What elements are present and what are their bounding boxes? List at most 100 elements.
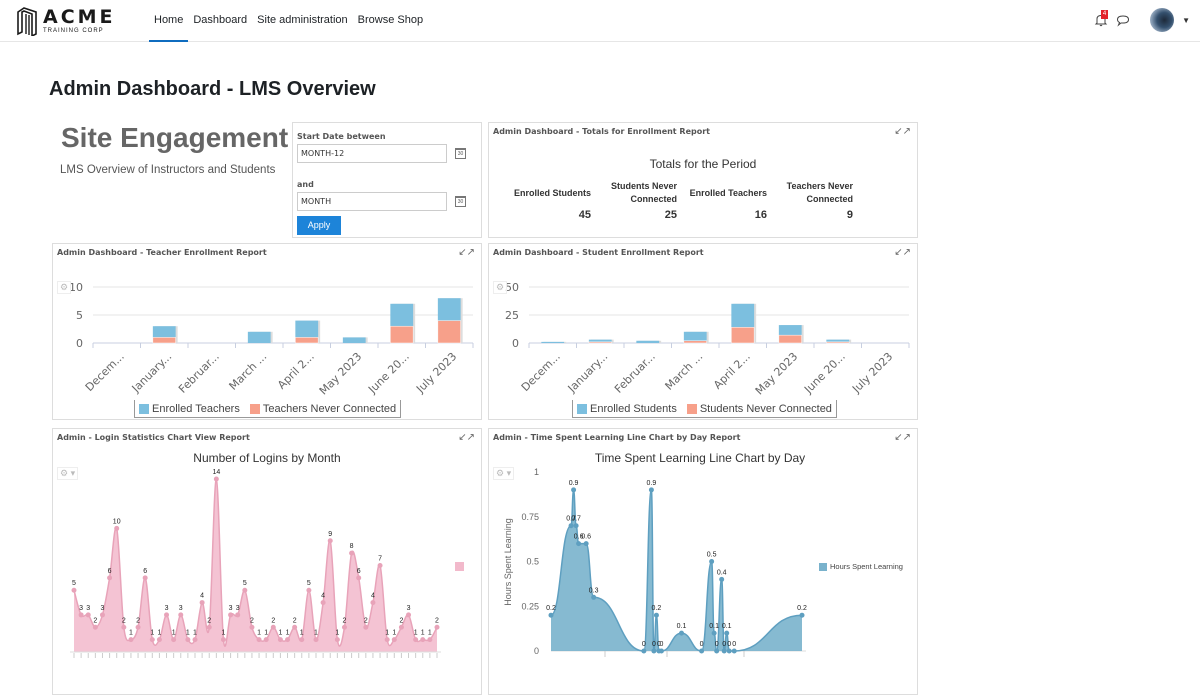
data-label: 2 bbox=[136, 617, 140, 624]
data-label: 0 bbox=[700, 641, 704, 648]
legend-item[interactable]: Enrolled Students bbox=[577, 403, 677, 415]
data-point bbox=[420, 637, 426, 643]
bar-students-never-connected bbox=[778, 334, 802, 344]
data-point bbox=[99, 612, 105, 618]
nav-browse-shop[interactable]: Browse Shop bbox=[353, 0, 428, 42]
site-logo[interactable]: ACME TRAINING CORP bbox=[16, 6, 116, 36]
expand-icon[interactable]: ↙↗ bbox=[894, 432, 911, 443]
legend-swatch[interactable] bbox=[455, 562, 464, 571]
data-point bbox=[114, 525, 120, 531]
data-label: 0.1 bbox=[722, 623, 732, 630]
data-label: 8 bbox=[350, 543, 354, 550]
nav-dashboard[interactable]: Dashboard bbox=[188, 0, 252, 42]
end-date-input[interactable]: MONTH bbox=[297, 192, 447, 211]
data-label: 2 bbox=[435, 617, 439, 624]
data-point bbox=[568, 523, 574, 529]
expand-icon[interactable]: ↙↗ bbox=[458, 432, 475, 443]
apply-button[interactable]: Apply bbox=[297, 216, 341, 235]
bar-teachers-never-connected bbox=[437, 320, 461, 344]
data-point bbox=[121, 624, 127, 630]
data-point bbox=[699, 648, 705, 654]
nav-site-administration[interactable]: Site administration bbox=[252, 0, 353, 42]
x-tick-label: January... bbox=[129, 350, 175, 396]
x-tick-label: Februar... bbox=[176, 350, 222, 396]
gear-icon[interactable]: ⚙ bbox=[57, 281, 72, 294]
nav-home[interactable]: Home bbox=[149, 0, 189, 42]
data-point bbox=[327, 538, 333, 544]
x-tick-label: Februar... bbox=[612, 350, 658, 396]
data-point bbox=[583, 541, 589, 547]
gear-icon[interactable]: ⚙ ▾ bbox=[57, 467, 79, 480]
data-label: 3 bbox=[165, 605, 169, 612]
data-point bbox=[263, 637, 269, 643]
data-label: 0.1 bbox=[709, 623, 719, 630]
start-date-input[interactable]: MONTH-12 bbox=[297, 144, 447, 163]
panel-title: Admin - Login Statistics Chart View Repo… bbox=[57, 433, 250, 442]
y-tick-label: 0.75 bbox=[521, 512, 539, 522]
expand-icon[interactable]: ↙↗ bbox=[894, 126, 911, 137]
notifications-button[interactable]: 4 bbox=[1094, 10, 1109, 27]
data-point bbox=[220, 637, 226, 643]
expand-icon[interactable]: ↙↗ bbox=[458, 247, 475, 258]
data-label: 1 bbox=[335, 630, 339, 637]
data-point bbox=[334, 637, 340, 643]
data-label: 0.3 bbox=[589, 587, 599, 594]
notification-badge: 4 bbox=[1101, 10, 1109, 19]
chat-icon[interactable] bbox=[1116, 13, 1130, 27]
x-tick-label: May 2023 bbox=[317, 350, 365, 398]
data-label: 0 bbox=[715, 641, 719, 648]
y-tick-label: 0.25 bbox=[521, 601, 539, 611]
data-label: 1 bbox=[278, 630, 282, 637]
data-point bbox=[149, 637, 155, 643]
site-engagement-title: Site Engagement bbox=[61, 122, 289, 153]
legend-item[interactable]: Students Never Connected bbox=[686, 403, 832, 415]
data-point bbox=[377, 563, 383, 568]
end-date-label: and bbox=[297, 180, 314, 189]
data-label: 1 bbox=[385, 630, 389, 637]
bar-enrolled-students bbox=[541, 341, 565, 343]
chevron-down-icon[interactable]: ▼ bbox=[1182, 16, 1190, 25]
data-label: 6 bbox=[108, 568, 112, 575]
enrolled-students-value: 45 bbox=[578, 209, 591, 221]
y-tick-label: 25 bbox=[505, 309, 519, 322]
data-label: 1 bbox=[193, 630, 197, 637]
legend-item[interactable]: Enrolled Teachers bbox=[139, 403, 240, 415]
gear-icon[interactable]: ⚙ bbox=[493, 281, 508, 294]
data-point bbox=[320, 600, 326, 606]
calendar-icon[interactable]: 30 bbox=[455, 196, 466, 207]
page-title: Admin Dashboard - LMS Overview bbox=[49, 78, 376, 100]
totals-column-label: Enrolled Students bbox=[513, 188, 591, 198]
data-label: 2 bbox=[293, 617, 297, 624]
data-point bbox=[292, 624, 298, 630]
data-point bbox=[107, 575, 113, 581]
data-label: 1 bbox=[421, 630, 425, 637]
data-point bbox=[653, 612, 659, 618]
calendar-icon[interactable]: 30 bbox=[455, 148, 466, 159]
data-point bbox=[679, 630, 685, 636]
x-tick-label: April 2... bbox=[275, 350, 317, 392]
chart-legend: Enrolled Students Students Never Connect… bbox=[572, 400, 837, 418]
logins-chart: 53 32361021261 13131 1421413 3521 121 12151491… bbox=[70, 469, 441, 658]
data-point bbox=[434, 624, 440, 630]
legend-item[interactable]: Hours Spent Learning bbox=[819, 562, 903, 571]
gear-icon[interactable]: ⚙ ▾ bbox=[493, 467, 515, 480]
data-label: 2 bbox=[364, 617, 368, 624]
x-tick-label: April 2... bbox=[711, 350, 753, 392]
chart-title: Number of Logins by Month bbox=[193, 451, 341, 465]
data-point bbox=[206, 624, 212, 630]
totals-enrollment-panel: Admin Dashboard - Totals for Enrollment … bbox=[488, 122, 918, 238]
time-spent-panel: 0 0.25 0.5 0.75 1 Hours Spent Learning 0.2 0.7 0… bbox=[488, 428, 918, 695]
avatar[interactable] bbox=[1150, 8, 1175, 32]
data-point bbox=[658, 648, 664, 654]
legend-item[interactable]: Teachers Never Connected bbox=[249, 403, 396, 415]
data-point bbox=[92, 624, 98, 630]
data-label: 0.9 bbox=[647, 480, 657, 487]
x-tick-label: June 20... bbox=[801, 350, 848, 397]
expand-icon[interactable]: ↙↗ bbox=[894, 247, 911, 258]
data-point bbox=[249, 624, 255, 630]
data-label: 1 bbox=[392, 630, 396, 637]
totals-column-label: Students Never Connected bbox=[610, 181, 677, 204]
data-point bbox=[213, 476, 219, 482]
data-label: 1 bbox=[157, 630, 161, 637]
data-label: 1 bbox=[264, 630, 268, 637]
